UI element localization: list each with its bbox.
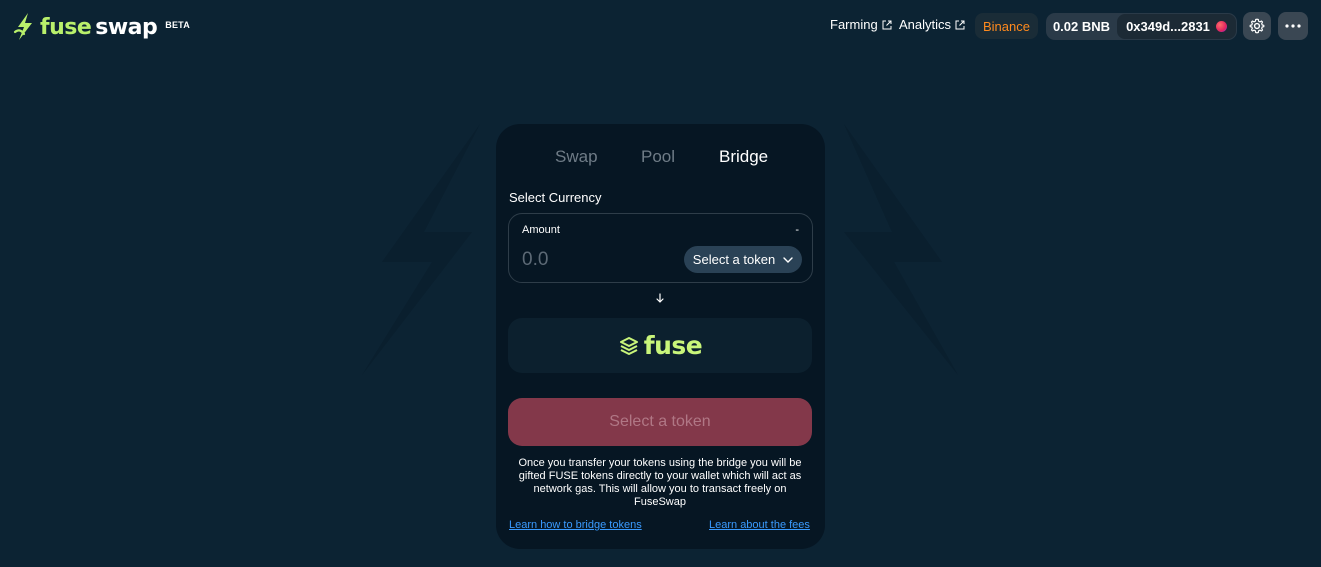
gear-icon <box>1249 18 1265 34</box>
tab-bridge[interactable]: Bridge <box>719 147 768 167</box>
lightning-bolt-icon <box>13 13 32 40</box>
external-link-icon <box>882 20 892 29</box>
logo-swap-text: swap <box>95 14 158 40</box>
bridge-info-text: Once you transfer your tokens using the … <box>518 457 802 508</box>
wallet-address-text: 0x349d...2831 <box>1126 19 1210 34</box>
wallet-address-button[interactable]: 0x349d...2831 <box>1117 14 1236 39</box>
top-navigation-bar: fuse swap BETA Farming Analytics Binance… <box>0 0 1321 54</box>
amount-input[interactable] <box>522 247 672 273</box>
analytics-link[interactable]: Analytics <box>899 17 965 32</box>
farming-link[interactable]: Farming <box>830 17 892 32</box>
analytics-link-label: Analytics <box>899 17 952 32</box>
beta-badge: BETA <box>165 20 190 30</box>
chevron-down-icon <box>783 256 793 263</box>
select-token-submit-button[interactable]: Select a token <box>508 398 812 446</box>
destination-network-panel: fuse <box>508 318 812 373</box>
select-token-dropdown[interactable]: Select a token <box>684 246 802 273</box>
wallet-status[interactable]: 0.02 BNB 0x349d...2831 <box>1046 13 1237 40</box>
learn-fees-link[interactable]: Learn about the fees <box>709 519 810 531</box>
amount-label: Amount <box>522 224 560 236</box>
learn-bridge-tokens-link[interactable]: Learn how to bridge tokens <box>509 519 642 531</box>
background-bolt-right-icon <box>844 124 958 375</box>
tab-pool[interactable]: Pool <box>641 147 675 167</box>
fuse-layers-icon <box>619 336 638 355</box>
more-menu-button[interactable] <box>1278 12 1308 40</box>
background-bolt-left-icon <box>362 124 480 375</box>
amount-panel: Amount - Select a token <box>508 213 813 283</box>
logo-fuse-text: fuse <box>40 14 92 40</box>
farming-link-label: Farming <box>830 17 878 32</box>
more-dots-icon <box>1285 24 1301 28</box>
page: fuse swap BETA Farming Analytics Binance… <box>0 0 1321 567</box>
select-token-label: Select a token <box>692 252 776 267</box>
amount-balance: - <box>795 224 799 236</box>
external-link-icon <box>955 20 965 29</box>
select-currency-label: Select Currency <box>509 190 602 205</box>
network-badge[interactable]: Binance <box>975 13 1038 39</box>
tab-swap[interactable]: Swap <box>555 147 598 167</box>
fuseswap-logo[interactable]: fuse swap BETA <box>12 10 190 44</box>
arrow-down-icon <box>656 293 664 303</box>
wallet-balance: 0.02 BNB <box>1052 19 1111 34</box>
settings-button[interactable] <box>1243 12 1271 40</box>
wallet-avatar <box>1215 21 1227 32</box>
fuse-wordmark: fuse <box>643 331 703 360</box>
